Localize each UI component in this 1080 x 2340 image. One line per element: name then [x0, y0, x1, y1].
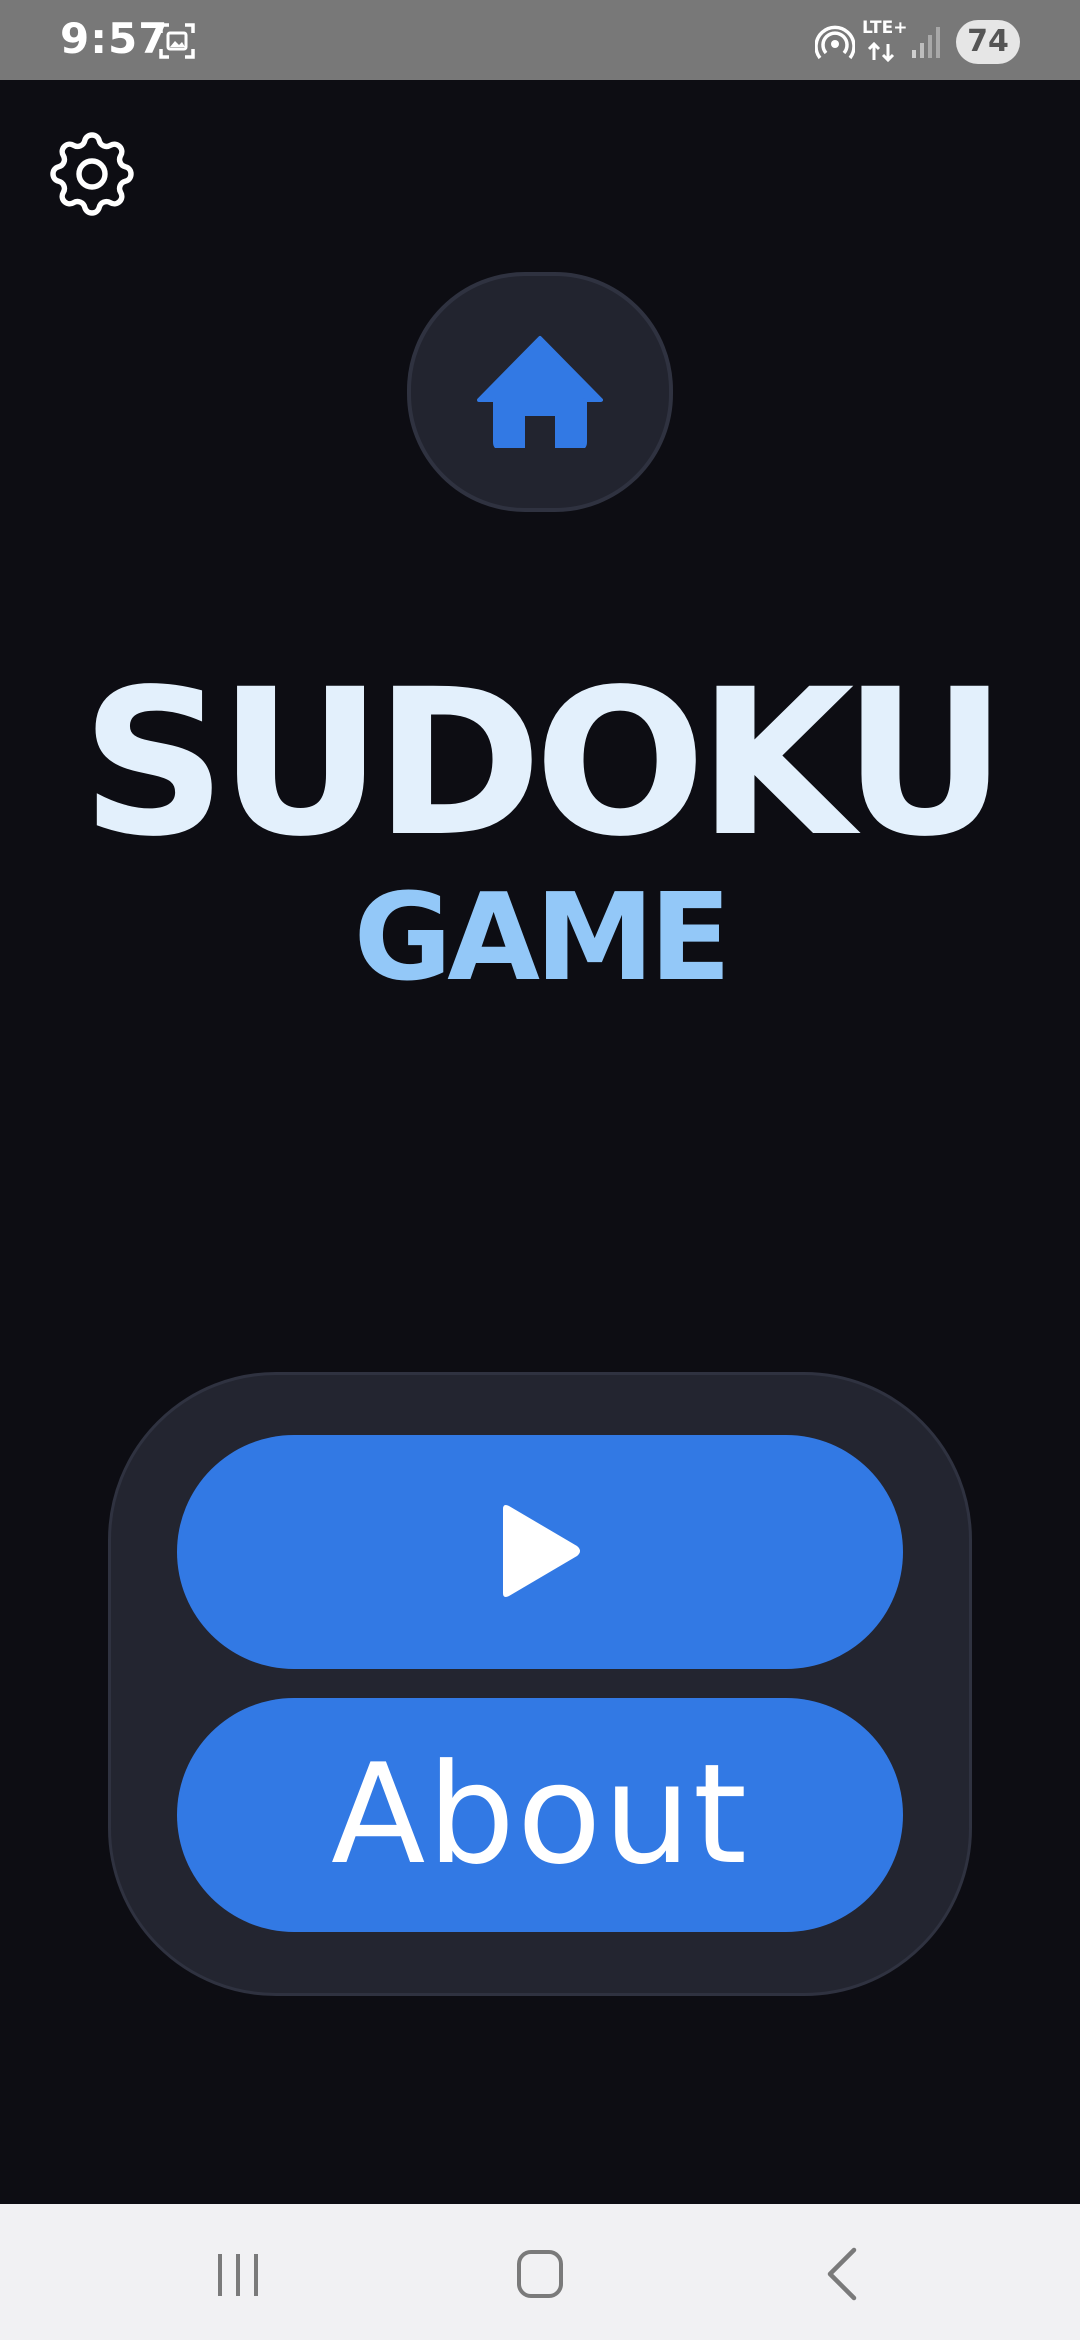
- status-bar: 9:57 LTE+ 74: [0, 0, 1080, 80]
- battery-icon: 74: [956, 20, 1020, 64]
- nav-bar: [0, 2204, 1080, 2340]
- home-button[interactable]: [407, 272, 673, 512]
- home-icon: [477, 336, 603, 448]
- about-button[interactable]: About: [177, 1698, 903, 1932]
- home-nav-icon: [517, 2250, 563, 2298]
- settings-button[interactable]: [40, 122, 144, 226]
- title-sub: GAME: [353, 869, 732, 1008]
- back-icon: [827, 2247, 857, 2301]
- play-icon: [503, 1505, 580, 1597]
- play-button[interactable]: [177, 1435, 903, 1669]
- recent-apps-icon: [218, 2254, 258, 2296]
- app-screen: 9:57 LTE+ 74 SUDOKU GAME About: [0, 0, 1080, 2340]
- lte-icon: LTE+: [862, 18, 907, 64]
- recent-apps-button[interactable]: [208, 2250, 268, 2300]
- title-main: SUDOKU: [81, 645, 1007, 881]
- about-label: About: [330, 1734, 749, 1895]
- hotspot-icon: [814, 24, 856, 64]
- screenshot-icon: [158, 22, 196, 60]
- home-nav-button[interactable]: [510, 2246, 570, 2302]
- gear-icon: [50, 132, 134, 216]
- back-button[interactable]: [818, 2246, 868, 2302]
- status-time: 9:57: [60, 14, 169, 63]
- signal-icon: [910, 24, 942, 60]
